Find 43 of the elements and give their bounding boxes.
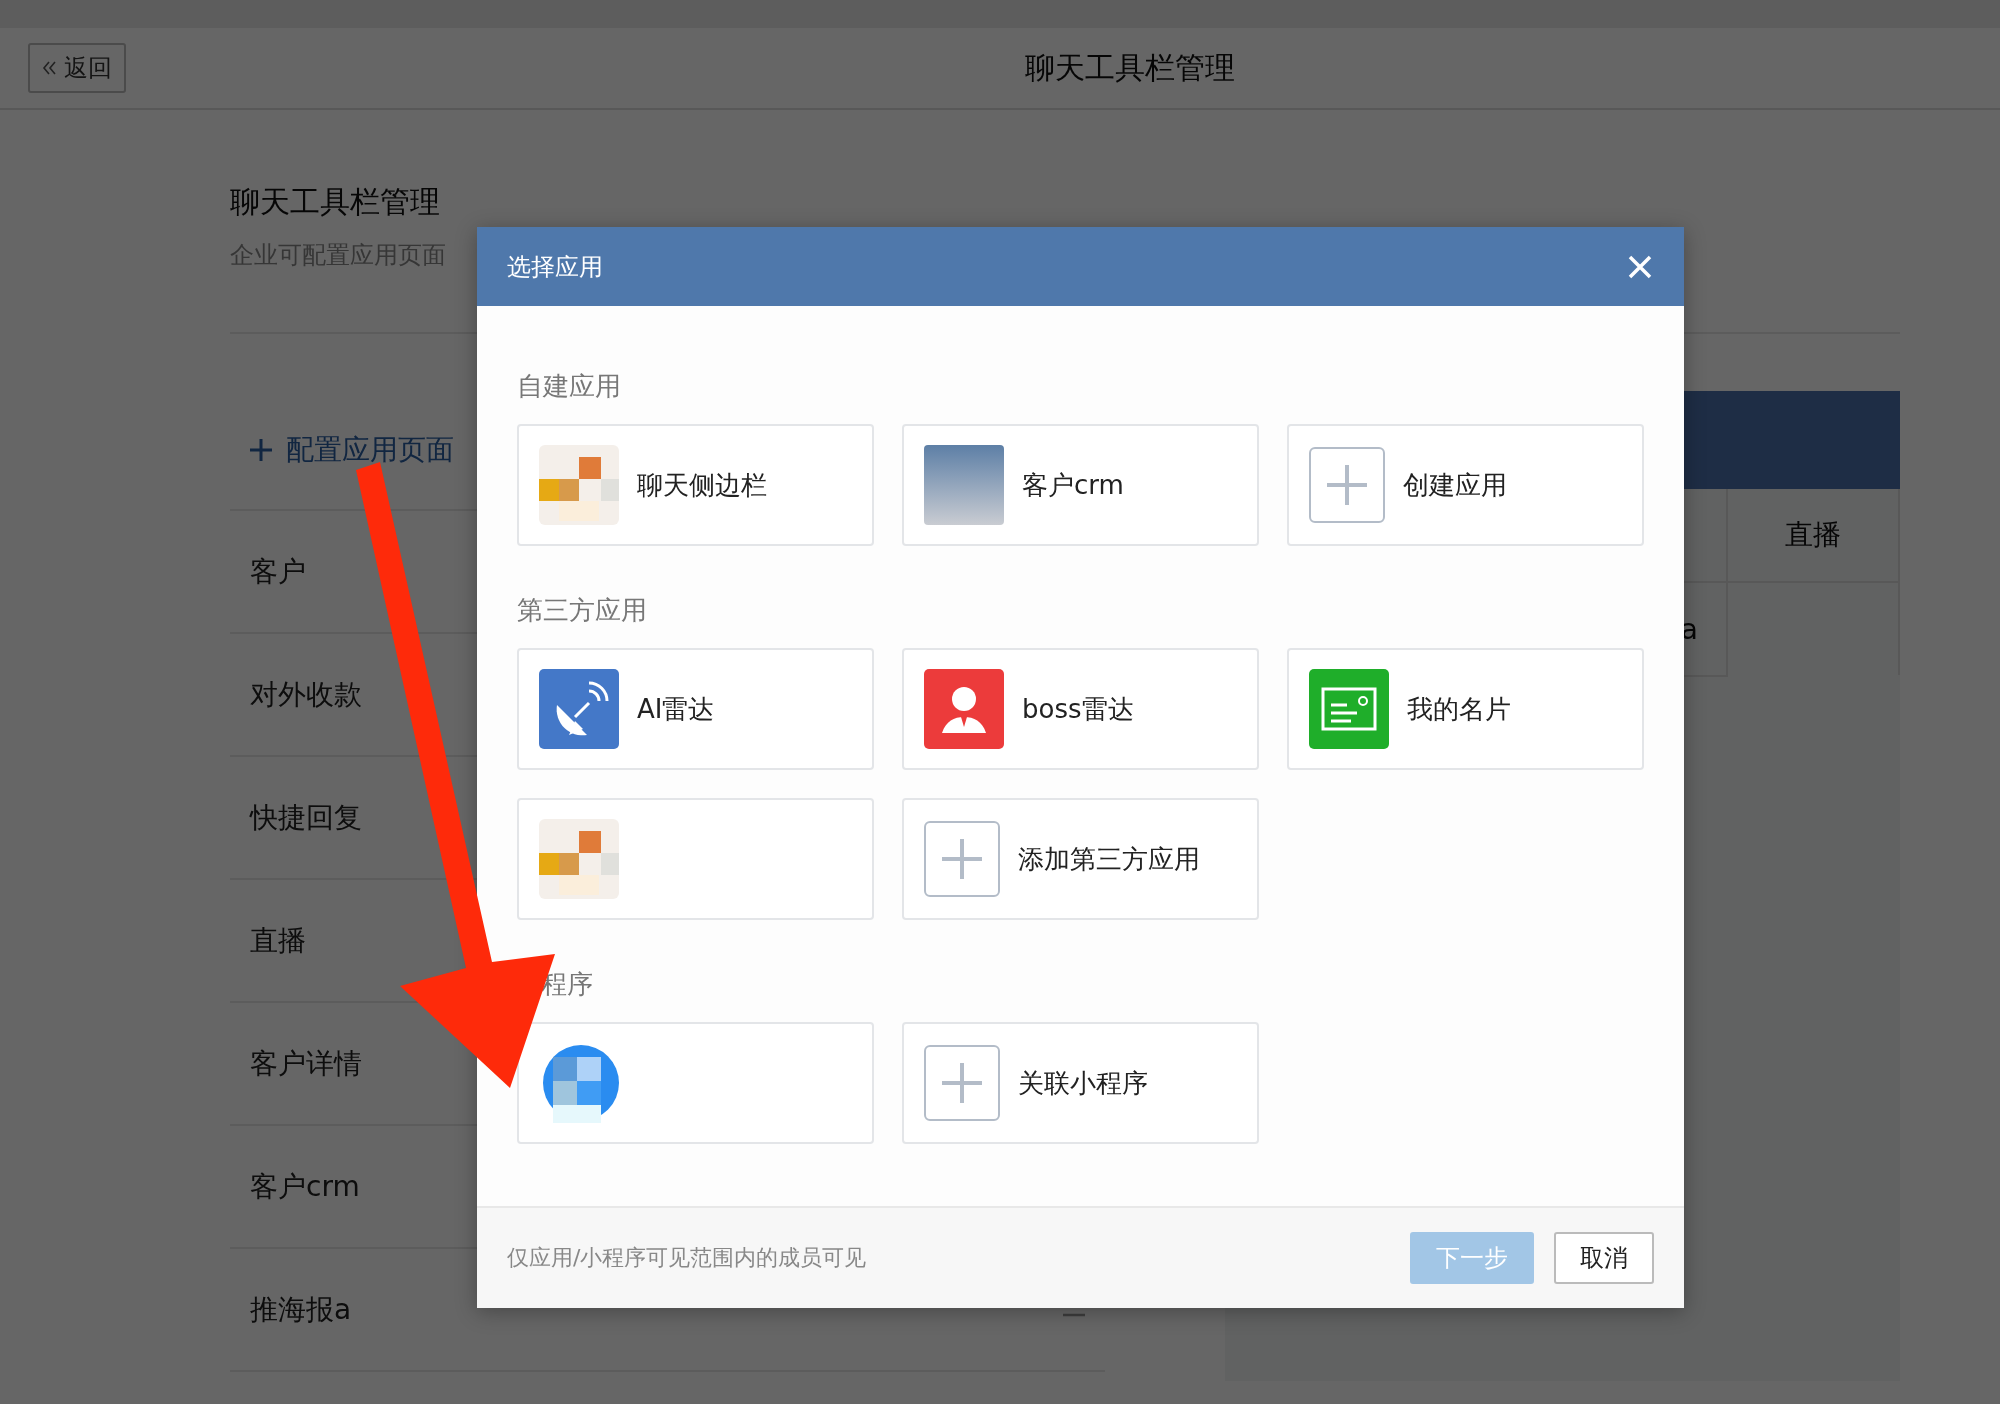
section-title: 聊天工具栏管理 <box>230 183 441 221</box>
radar-dish-icon <box>539 669 619 749</box>
app-name: boss雷达 <box>1022 692 1134 726</box>
app-card[interactable]: 客户crm <box>902 424 1259 546</box>
plus-icon <box>1309 447 1385 523</box>
app-card[interactable]: 我的名片 <box>1287 648 1644 770</box>
page-header-title: 聊天工具栏管理 <box>1025 49 1235 85</box>
app-card[interactable]: boss雷达 <box>902 648 1259 770</box>
cancel-button[interactable]: 取消 <box>1554 1232 1654 1284</box>
toolbar-item-name: 直播 <box>250 922 306 959</box>
app-name: 关联小程序 <box>1018 1066 1148 1100</box>
toolbar-item-name: 快捷回复 <box>250 799 362 836</box>
double-chevron-left-icon <box>42 60 56 76</box>
app-name: 我的名片 <box>1407 692 1511 726</box>
toolbar-item-name: 对外收款 <box>250 676 362 713</box>
app-card[interactable]: 关联小程序 <box>902 1022 1259 1144</box>
app-card[interactable] <box>517 1022 874 1144</box>
dialog-title: 选择应用 <box>507 251 603 283</box>
person-icon <box>924 669 1004 749</box>
app-card[interactable]: AI雷达 <box>517 648 874 770</box>
blurred-mosaic-icon <box>539 819 619 899</box>
preview-table-cell: 直播 <box>1728 489 1900 583</box>
toolbar-item-name: 客户详情 <box>250 1045 362 1082</box>
app-name: 添加第三方应用 <box>1018 842 1200 876</box>
app-name: 创建应用 <box>1403 468 1507 502</box>
app-card[interactable] <box>517 798 874 920</box>
id-card-icon <box>1309 669 1389 749</box>
plus-icon <box>250 439 272 461</box>
category-title: 第三方应用 <box>517 594 647 627</box>
app-name: 聊天侧边栏 <box>637 468 767 502</box>
app-card[interactable]: 创建应用 <box>1287 424 1644 546</box>
app-name: 客户crm <box>1022 468 1124 502</box>
toolbar-item-name: 客户crm <box>250 1168 360 1205</box>
blurred-mosaic-icon <box>539 445 619 525</box>
plus-icon <box>924 1045 1000 1121</box>
visibility-note: 仅应用/小程序可见范围内的成员可见 <box>507 1244 868 1272</box>
toolbar-item-name: 客户 <box>250 553 306 590</box>
toolbar-item-name: 推海报a <box>250 1291 352 1328</box>
category-title: 自建应用 <box>517 370 621 403</box>
app-name: AI雷达 <box>637 692 715 726</box>
app-card[interactable]: 聊天侧边栏 <box>517 424 874 546</box>
plus-icon <box>924 821 1000 897</box>
app-card[interactable]: 添加第三方应用 <box>902 798 1259 920</box>
